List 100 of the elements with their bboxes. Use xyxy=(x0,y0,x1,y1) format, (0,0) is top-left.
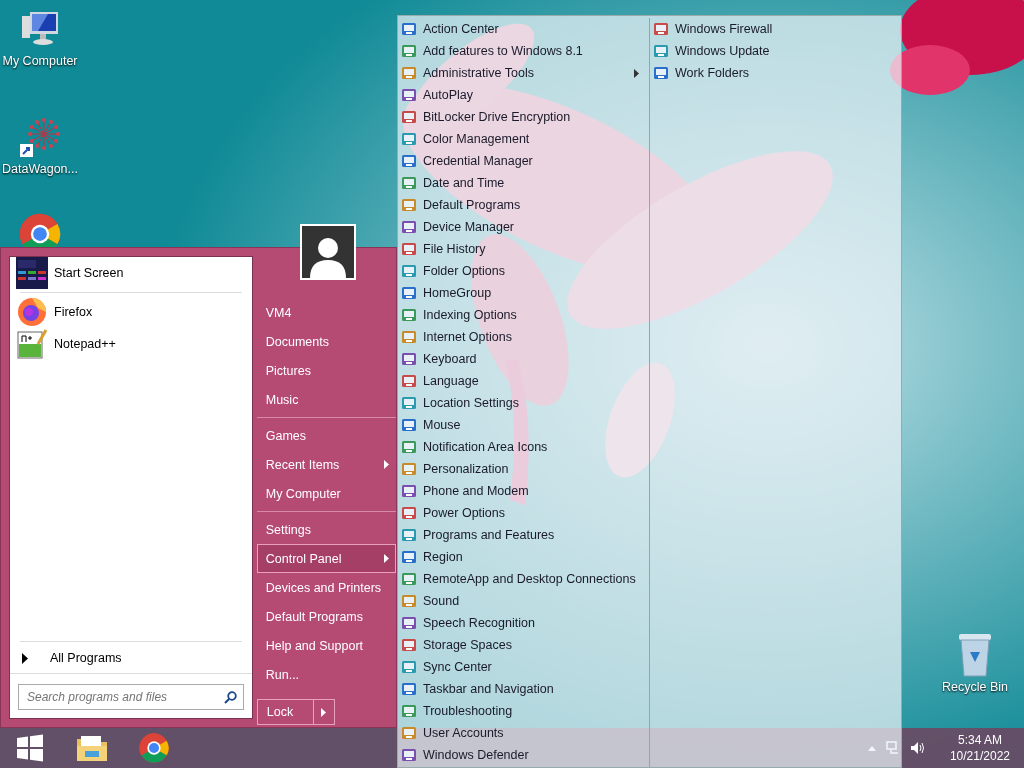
applet-icon xyxy=(401,571,417,587)
search-field[interactable]: Search programs and files xyxy=(18,684,244,710)
applet-icon xyxy=(401,109,417,125)
applet-icon xyxy=(401,329,417,345)
applet-menu-item[interactable]: Troubleshooting xyxy=(398,700,649,722)
applet-menu-item[interactable]: Add features to Windows 8.1 xyxy=(398,40,649,62)
search-input[interactable]: Search programs and files xyxy=(25,689,224,705)
applet-menu-item[interactable]: Sound xyxy=(398,590,649,612)
start-menu-item[interactable]: Recent Items xyxy=(256,450,396,479)
start-menu-item[interactable]: Control Panel xyxy=(256,544,396,573)
applet-icon xyxy=(401,527,417,543)
start-menu-item[interactable]: Default Programs xyxy=(256,602,396,631)
desktop-icon-label: Recycle Bin xyxy=(942,680,1008,694)
clock[interactable]: 5:34 AM 10/21/2022 xyxy=(949,732,1010,764)
applet-menu-item[interactable]: Speech Recognition xyxy=(398,612,649,634)
applet-icon xyxy=(401,307,417,323)
applet-icon xyxy=(653,21,669,37)
applet-icon xyxy=(401,197,417,213)
applet-icon xyxy=(401,725,417,741)
applet-icon xyxy=(401,747,417,763)
applet-menu-item[interactable]: BitLocker Drive Encryption xyxy=(398,106,649,128)
start-menu-item[interactable]: Devices and Printers xyxy=(256,573,396,602)
folder-icon xyxy=(75,733,109,763)
applet-menu-item[interactable]: Color Management xyxy=(398,128,649,150)
applet-menu-item[interactable]: Mouse xyxy=(398,414,649,436)
applet-icon xyxy=(401,593,417,609)
applet-menu-item[interactable]: Taskbar and Navigation xyxy=(398,678,649,700)
start-menu-item[interactable]: Pictures xyxy=(256,356,396,385)
molecule-shortcut-icon[interactable] xyxy=(18,116,62,160)
applet-menu-item[interactable]: File History xyxy=(398,238,649,260)
all-programs-item[interactable]: All Programs xyxy=(10,645,252,673)
start-menu-item[interactable]: Run... xyxy=(256,660,396,689)
applet-menu-item[interactable]: Region xyxy=(398,546,649,568)
program-item[interactable]: Notepad++ xyxy=(10,328,252,360)
applet-menu-item[interactable]: Notification Area Icons xyxy=(398,436,649,458)
applet-menu-item[interactable]: Administrative Tools xyxy=(398,62,649,84)
user-avatar[interactable] xyxy=(299,224,356,280)
notepad-icon xyxy=(16,328,48,360)
applet-menu-item[interactable]: Indexing Options xyxy=(398,304,649,326)
applet-menu-item[interactable]: Action Center xyxy=(398,18,649,40)
applet-menu-item[interactable]: Device Manager xyxy=(398,216,649,238)
applet-menu-item[interactable]: Folder Options xyxy=(398,260,649,282)
applet-icon xyxy=(401,285,417,301)
applet-menu-item[interactable]: Windows Firewall xyxy=(650,18,901,40)
applet-menu-item[interactable]: Phone and Modem xyxy=(398,480,649,502)
chrome-icon[interactable] xyxy=(138,732,170,764)
applet-menu-item[interactable]: Language xyxy=(398,370,649,392)
applet-icon xyxy=(401,659,417,675)
applet-icon xyxy=(401,461,417,477)
start-menu-item[interactable]: VM4 xyxy=(256,298,396,327)
submenu-arrow-icon xyxy=(321,707,327,717)
applet-menu-item[interactable]: Sync Center xyxy=(398,656,649,678)
applet-icon xyxy=(401,483,417,499)
applet-icon xyxy=(401,615,417,631)
applet-icon xyxy=(401,505,417,521)
applet-menu-item[interactable]: Windows Update xyxy=(650,40,901,62)
applet-icon xyxy=(401,549,417,565)
applet-icon xyxy=(401,395,417,411)
applet-icon xyxy=(401,131,417,147)
applet-icon xyxy=(401,681,417,697)
applet-menu-item[interactable]: Personalization xyxy=(398,458,649,480)
applet-menu-item[interactable]: Internet Options xyxy=(398,326,649,348)
volume-icon[interactable] xyxy=(909,741,926,755)
applet-menu-item[interactable]: HomeGroup xyxy=(398,282,649,304)
desktop-icon-label: My Computer xyxy=(2,54,78,68)
start-menu-item[interactable]: Games xyxy=(256,421,396,450)
program-item[interactable]: Firefox xyxy=(10,296,252,328)
program-item[interactable]: Start Screen xyxy=(10,257,252,289)
applet-icon xyxy=(401,153,417,169)
applet-menu-item[interactable]: RemoteApp and Desktop Connections xyxy=(398,568,649,590)
applet-menu-item[interactable]: Windows Defender xyxy=(398,744,649,766)
start-menu-item[interactable]: Settings xyxy=(256,515,396,544)
applet-icon xyxy=(401,241,417,257)
applet-icon xyxy=(401,439,417,455)
applet-menu-item[interactable]: Storage Spaces xyxy=(398,634,649,656)
applet-menu-item[interactable]: Date and Time xyxy=(398,172,649,194)
expand-arrow-icon xyxy=(22,652,28,664)
applet-icon xyxy=(401,351,417,367)
start-menu-item[interactable]: Documents xyxy=(256,327,396,356)
applet-menu-item[interactable]: Power Options xyxy=(398,502,649,524)
firefox-icon xyxy=(16,296,48,328)
applet-menu-item[interactable]: AutoPlay xyxy=(398,84,649,106)
start-menu-item[interactable]: Help and Support xyxy=(256,631,396,660)
applet-icon xyxy=(401,175,417,191)
applet-icon xyxy=(653,43,669,59)
applet-icon xyxy=(401,417,417,433)
applet-menu-item[interactable]: Credential Manager xyxy=(398,150,649,172)
applet-icon xyxy=(401,87,417,103)
applet-icon xyxy=(401,43,417,59)
applet-menu-item[interactable]: Location Settings xyxy=(398,392,649,414)
applet-menu-item[interactable]: Default Programs xyxy=(398,194,649,216)
desktop-icon-label: DataWagon... xyxy=(2,162,78,176)
applet-menu-item[interactable]: Programs and Features xyxy=(398,524,649,546)
applet-menu-item[interactable]: Work Folders xyxy=(650,62,901,84)
applet-icon xyxy=(401,703,417,719)
applet-menu-item[interactable]: Keyboard xyxy=(398,348,649,370)
applet-menu-item[interactable]: User Accounts xyxy=(398,722,649,744)
start-menu-item[interactable]: My Computer xyxy=(256,479,396,508)
start-menu-item[interactable]: Music xyxy=(256,385,396,414)
start-screen-icon xyxy=(16,257,48,289)
